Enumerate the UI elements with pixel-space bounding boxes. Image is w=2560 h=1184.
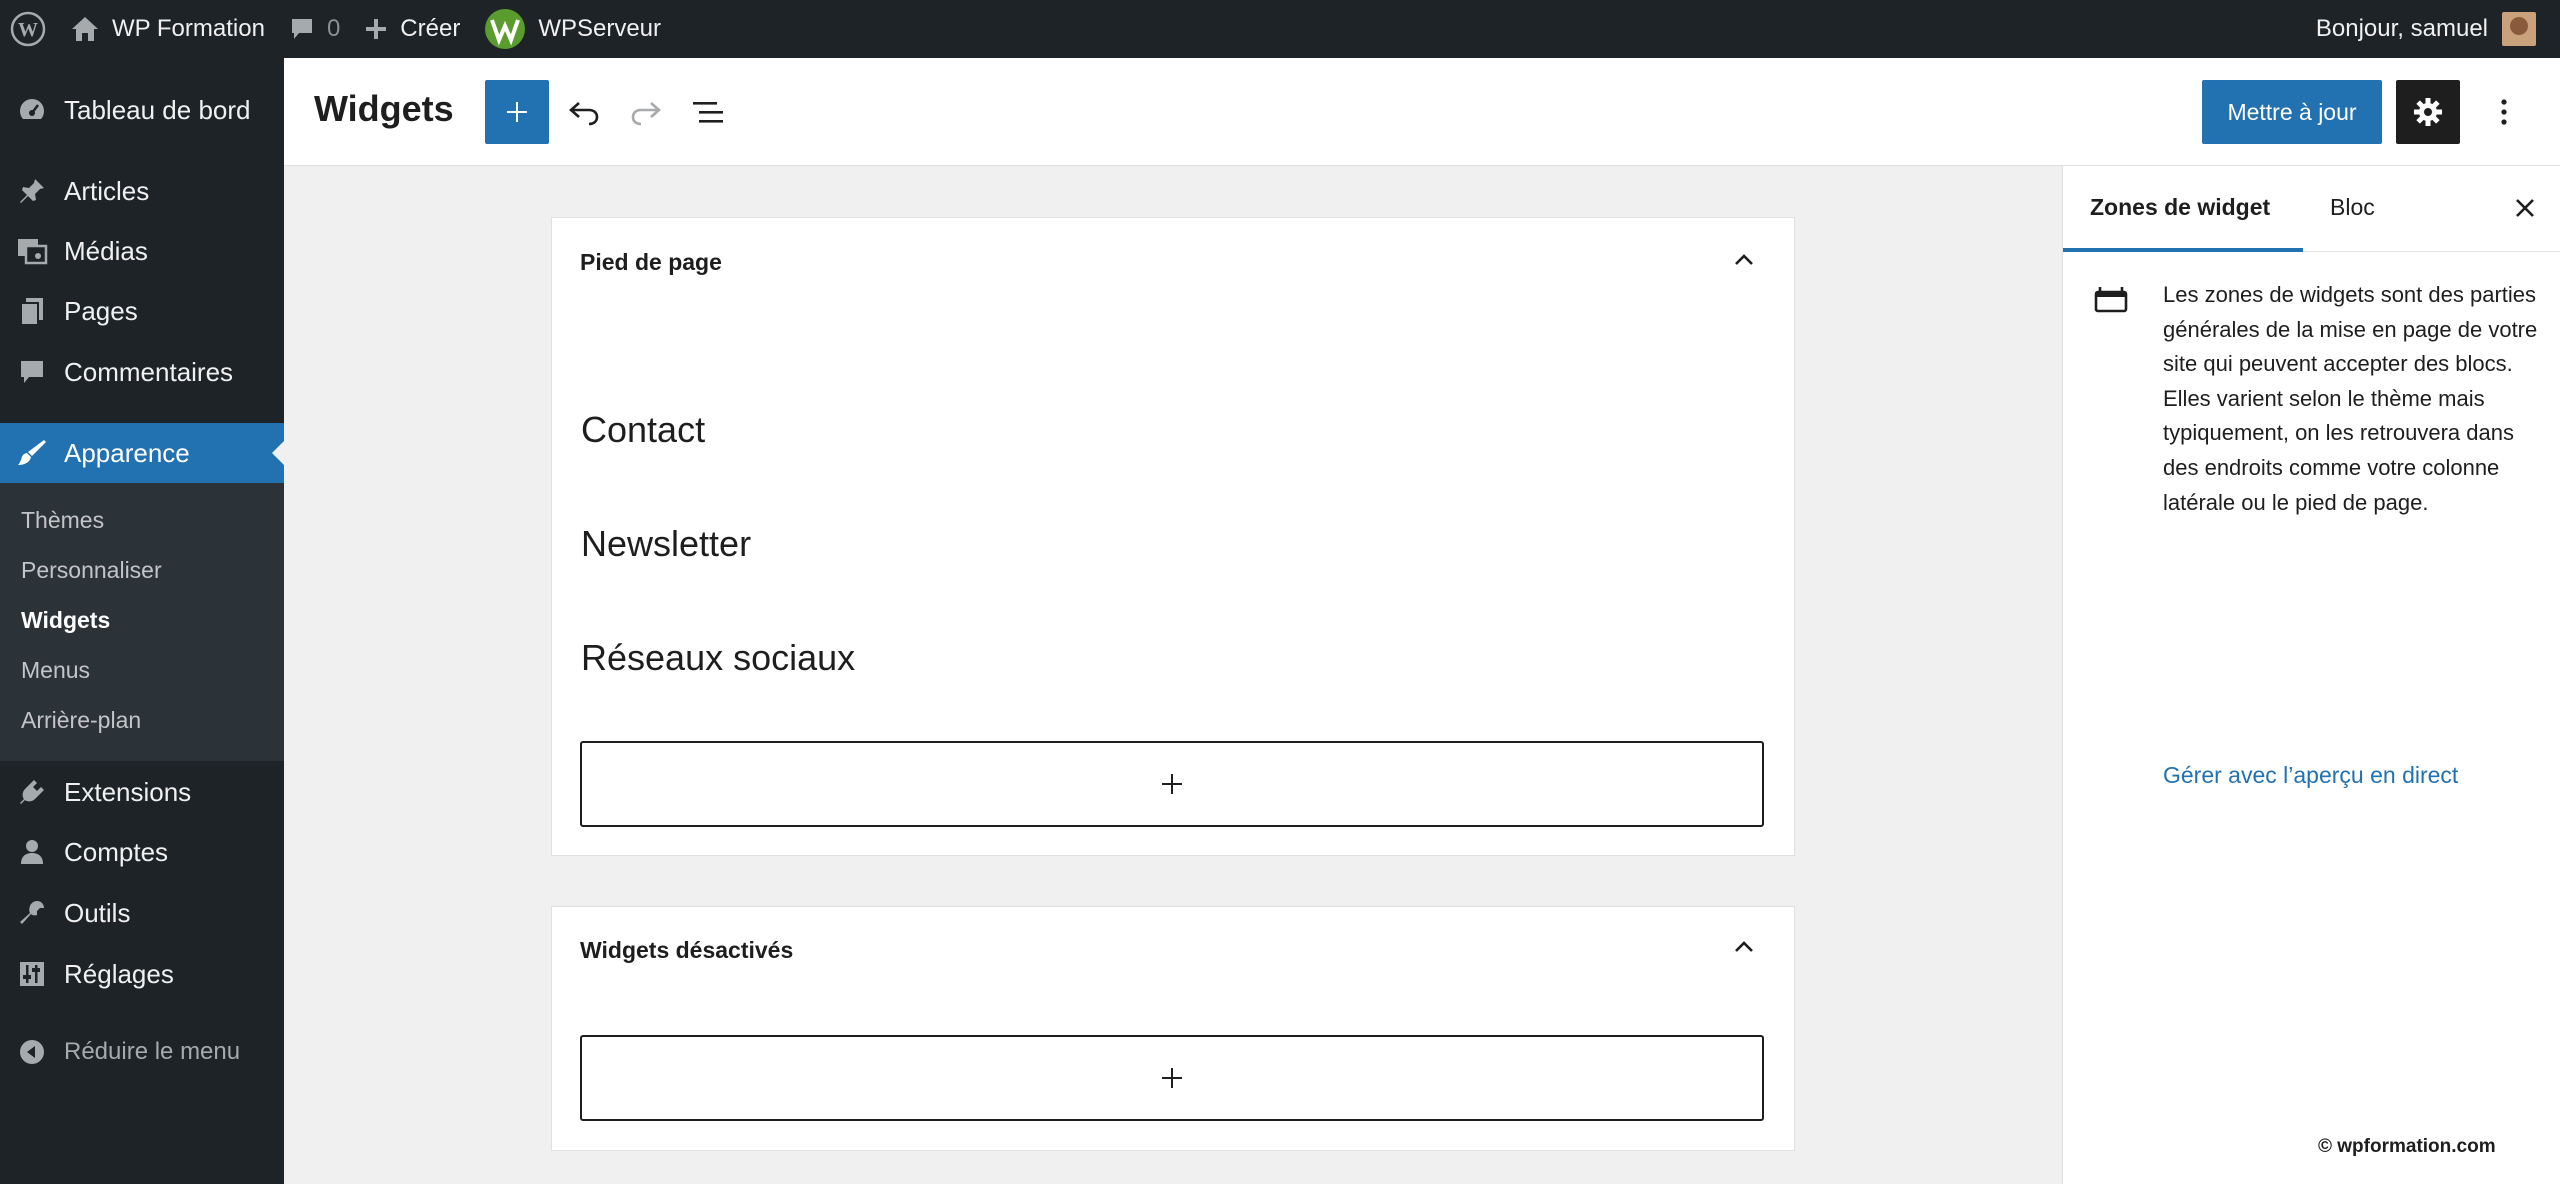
menu-item-appearance[interactable]: Apparence	[0, 423, 284, 483]
close-panel-button[interactable]	[2507, 190, 2543, 226]
plugin-icon	[0, 777, 64, 807]
account-menu[interactable]: Bonjour, samuel	[2304, 0, 2560, 58]
menu-label-posts: Articles	[64, 175, 150, 206]
manage-live-preview-link[interactable]: Gérer avec l’aperçu en direct	[2163, 762, 2458, 789]
widget-area-inactive: Widgets désactivés	[551, 906, 1795, 1151]
menu-label-appearance: Apparence	[64, 437, 190, 468]
editor-header: Widgets Mettre à jour	[284, 58, 2560, 166]
submenu-item-themes[interactable]: Thèmes	[21, 507, 104, 534]
add-block-button[interactable]	[485, 80, 549, 144]
menu-item-tools[interactable]: Outils	[0, 883, 284, 943]
chevron-up-icon	[1735, 254, 1753, 265]
admin-bar: W WP Formation 0 Créer WPServeur Bonjour…	[0, 0, 2560, 58]
user-icon	[0, 837, 64, 867]
collapse-area-button[interactable]	[1732, 935, 1756, 964]
plus-icon	[366, 19, 387, 39]
pages-icon	[0, 296, 64, 326]
update-button[interactable]: Mettre à jour	[2202, 80, 2382, 144]
tab-block[interactable]: Bloc	[2330, 194, 2375, 221]
comment-icon	[0, 358, 64, 386]
submenu-item-menus[interactable]: Menus	[21, 657, 90, 684]
vertical-ellipsis-icon	[2501, 99, 2507, 125]
collapse-area-button[interactable]	[1732, 248, 1756, 277]
plus-icon	[507, 102, 527, 122]
plus-icon	[1162, 1068, 1182, 1088]
menu-item-posts[interactable]: Articles	[0, 161, 284, 221]
collapse-arrow-icon	[0, 1038, 64, 1066]
menu-item-media[interactable]: Médias	[0, 221, 284, 281]
heading-block[interactable]: Newsletter	[581, 523, 751, 565]
block-appender-button[interactable]	[580, 1035, 1764, 1121]
widget-area-title: Widgets désactivés	[580, 937, 794, 963]
new-content-label: Créer	[400, 15, 461, 42]
submenu-item-customize[interactable]: Personnaliser	[21, 557, 162, 584]
settings-button[interactable]	[2396, 80, 2460, 144]
avatar	[2502, 12, 2536, 46]
admin-sidebar: Tableau de bord Articles Médias Pages Co…	[0, 58, 284, 1184]
panel-tabs: Zones de widget Bloc	[2063, 166, 2560, 252]
widget-area-icon	[2093, 284, 2129, 319]
wordpress-logo-icon[interactable]: W	[0, 0, 58, 58]
menu-item-pages[interactable]: Pages	[0, 281, 284, 341]
comments-count: 0	[326, 15, 341, 42]
heading-block[interactable]: Réseaux sociaux	[581, 637, 855, 679]
list-view-button[interactable]	[684, 88, 732, 136]
gear-icon	[2414, 98, 2442, 126]
redo-icon	[631, 102, 661, 126]
menu-label-tools: Outils	[64, 897, 131, 928]
submenu-item-widgets[interactable]: Widgets	[21, 607, 110, 634]
widget-areas-description: Les zones de widgets sont des parties gé…	[2163, 282, 2538, 515]
paintbrush-icon	[0, 438, 64, 468]
active-tab-indicator	[2063, 248, 2303, 252]
collapse-menu-label: Réduire le menu	[64, 1038, 241, 1065]
plus-icon	[1162, 774, 1182, 794]
page-title: Widgets	[314, 88, 454, 129]
undo-icon	[569, 102, 599, 126]
menu-item-comments[interactable]: Commentaires	[0, 342, 284, 402]
watermark: © wpformation.com	[2318, 1136, 2496, 1157]
tab-widget-areas[interactable]: Zones de widget	[2090, 194, 2270, 221]
widget-area-footer: Pied de page Contact Newsletter Réseaux …	[551, 217, 1795, 856]
svg-text:W: W	[18, 19, 38, 41]
media-icon	[0, 236, 64, 266]
block-appender-button[interactable]	[580, 741, 1764, 827]
menu-item-settings[interactable]: Réglages	[0, 944, 284, 1004]
more-options-button[interactable]	[2484, 80, 2524, 144]
site-name-link[interactable]: WP Formation	[58, 0, 277, 58]
menu-label-settings: Réglages	[64, 958, 174, 989]
appearance-submenu: Thèmes Personnaliser Widgets Menus Arriè…	[0, 483, 284, 761]
settings-sidebar: Zones de widget Bloc Les zones de widget…	[2062, 166, 2560, 1184]
greeting: Bonjour, samuel	[2315, 15, 2488, 42]
heading-block[interactable]: Contact	[581, 409, 705, 451]
menu-label-users: Comptes	[64, 836, 169, 867]
home-icon	[72, 17, 98, 41]
menu-item-dashboard[interactable]: Tableau de bord	[0, 80, 284, 140]
undo-button[interactable]	[560, 88, 608, 136]
menu-label-plugins: Extensions	[64, 776, 192, 807]
menu-label-media: Médias	[64, 235, 148, 266]
dashboard-gauge-icon	[0, 95, 64, 125]
wpserveur-link[interactable]: WPServeur	[472, 0, 673, 58]
collapse-menu-button[interactable]: Réduire le menu	[0, 1022, 284, 1082]
new-content-link[interactable]: Créer	[352, 0, 472, 58]
pushpin-icon	[0, 176, 64, 206]
widget-area-title: Pied de page	[580, 249, 722, 275]
redo-button[interactable]	[622, 88, 670, 136]
menu-item-users[interactable]: Comptes	[0, 822, 284, 882]
menu-label-pages: Pages	[64, 295, 138, 326]
wpserveur-logo-icon	[485, 9, 526, 49]
site-name: WP Formation	[112, 15, 265, 42]
settings-sliders-icon	[0, 959, 64, 989]
chevron-up-icon	[1735, 941, 1753, 952]
comment-bubble-icon	[291, 19, 312, 39]
wrench-icon	[0, 898, 64, 928]
menu-item-plugins[interactable]: Extensions	[0, 762, 284, 822]
comments-link[interactable]: 0	[277, 0, 352, 58]
close-icon	[2516, 199, 2534, 217]
wpserveur-label: WPServeur	[538, 15, 662, 42]
list-view-icon	[693, 102, 723, 123]
menu-label-comments: Commentaires	[64, 356, 234, 387]
menu-label-dashboard: Tableau de bord	[64, 94, 251, 125]
submenu-item-background[interactable]: Arrière-plan	[21, 707, 141, 734]
